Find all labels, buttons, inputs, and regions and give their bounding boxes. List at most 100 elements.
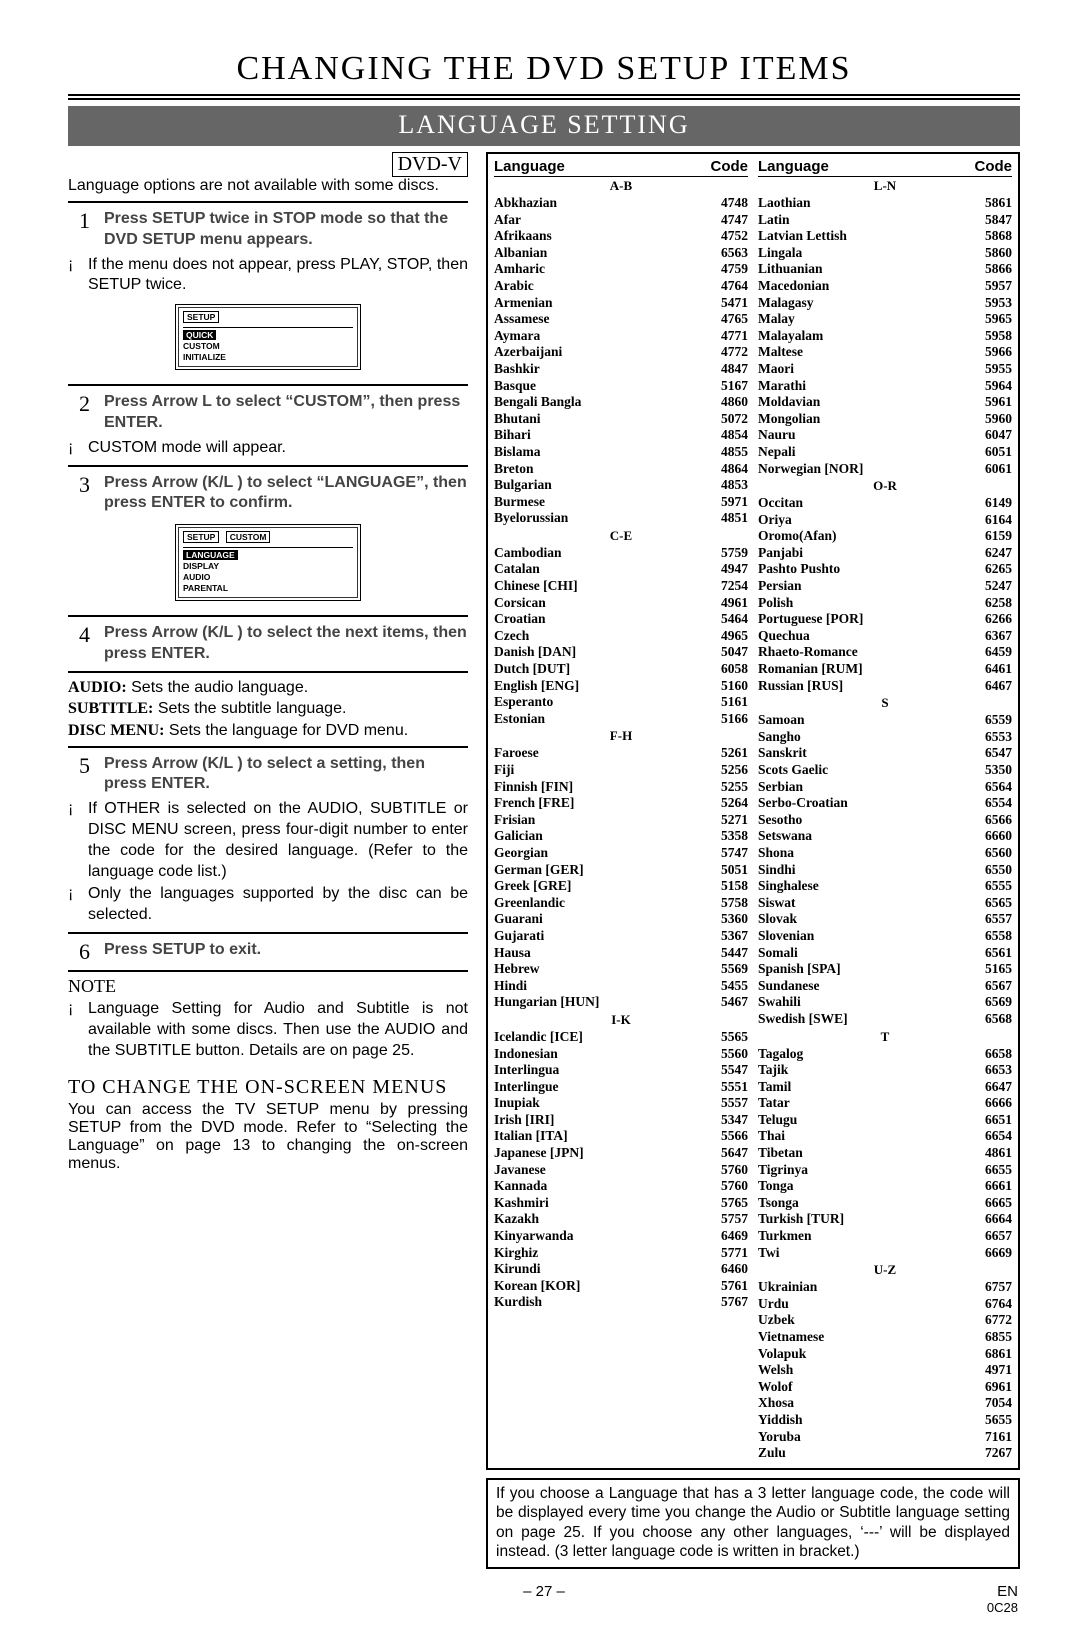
lang-row: Serbo-Croatian6554 (758, 795, 1012, 812)
step-number: 5 (68, 754, 90, 796)
lang-row: Yiddish5655 (758, 1412, 1012, 1429)
lang-row: Portuguese [POR]6266 (758, 611, 1012, 628)
lang-row: Sesotho6566 (758, 812, 1012, 829)
page-footer: – 27 – EN 0C28 (68, 1583, 1020, 1615)
section-heading: LANGUAGE SETTING (68, 106, 1020, 146)
screen2-item: DISPLAY (183, 560, 353, 571)
screen1-title: SETUP (183, 311, 219, 323)
lang-row: Bengali Bangla4860 (494, 394, 748, 411)
lang-row: Breton4864 (494, 461, 748, 478)
lang-row: Irish [IRI]5347 (494, 1112, 748, 1129)
language-code-note: If you choose a Language that has a 3 le… (486, 1478, 1020, 1570)
lang-row: Nepali6051 (758, 444, 1012, 461)
page-doc-code: 0C28 (958, 1600, 1018, 1615)
lang-row: Lingala5860 (758, 245, 1012, 262)
lang-row: Somali6561 (758, 945, 1012, 962)
lang-row: Macedonian5957 (758, 278, 1012, 295)
lang-row: Albanian6563 (494, 245, 748, 262)
lang-row: Faroese5261 (494, 745, 748, 762)
lang-row: Guarani5360 (494, 911, 748, 928)
lang-row: Latin5847 (758, 212, 1012, 229)
sub-text: You can access the TV SETUP menu by pres… (68, 1101, 468, 1173)
lang-row: Scots Gaelic5350 (758, 762, 1012, 779)
lang-row: Croatian5464 (494, 611, 748, 628)
lang-row: Swahili6569 (758, 994, 1012, 1011)
lang-row: Hungarian [HUN]5467 (494, 994, 748, 1011)
lang-row: Georgian5747 (494, 845, 748, 862)
step-6-text: Press SETUP to exit. (104, 940, 261, 964)
lang-row: Afar4747 (494, 212, 748, 229)
lang-row: Xhosa7054 (758, 1395, 1012, 1412)
lang-row: Arabic4764 (494, 278, 748, 295)
lang-row: Setswana6660 (758, 828, 1012, 845)
step-1-note: If the menu does not appear, press PLAY,… (68, 255, 468, 297)
lang-group-label: F-H (494, 728, 748, 744)
lang-row: Sindhi6550 (758, 862, 1012, 879)
lang-row: Interlingue5551 (494, 1079, 748, 1096)
lang-group-label: U-Z (758, 1262, 1012, 1278)
lang-row: Greenlandic5758 (494, 895, 748, 912)
lang-row: Kinyarwanda6469 (494, 1228, 748, 1245)
screen2-title: SETUP (183, 531, 219, 543)
lang-row: Zulu7267 (758, 1445, 1012, 1462)
lang-row: Dutch [DUT]6058 (494, 661, 748, 678)
lang-row: Czech4965 (494, 628, 748, 645)
lang-row: Serbian6564 (758, 779, 1012, 796)
lang-row: Italian [ITA]5566 (494, 1128, 748, 1145)
lang-row: Kurdish5767 (494, 1294, 748, 1311)
lang-row: Cambodian5759 (494, 545, 748, 562)
lang-row: Volapuk6861 (758, 1346, 1012, 1363)
lang-row: Kannada5760 (494, 1178, 748, 1195)
lang-row: Icelandic [ICE]5565 (494, 1029, 748, 1046)
lang-group-label: O-R (758, 478, 1012, 494)
lang-row: Galician5358 (494, 828, 748, 845)
lang-row: Slovenian6558 (758, 928, 1012, 945)
lang-row: Tonga6661 (758, 1178, 1012, 1195)
page-title: CHANGING THE DVD SETUP ITEMS (68, 50, 1020, 100)
lang-row: Chinese [CHI]7254 (494, 578, 748, 595)
lang-row: Abkhazian4748 (494, 195, 748, 212)
step-5-note1: If OTHER is selected on the AUDIO, SUBTI… (68, 799, 468, 882)
lang-row: Malagasy5953 (758, 295, 1012, 312)
lang-row: Maori5955 (758, 361, 1012, 378)
lang-row: Moldavian5961 (758, 394, 1012, 411)
subheading: TO CHANGE THE ON-SCREEN MENUS (68, 1076, 468, 1099)
page-lang-code: EN (958, 1583, 1018, 1600)
lang-row: Occitan6149 (758, 495, 1012, 512)
lang-row: Frisian5271 (494, 812, 748, 829)
lang-row: Korean [KOR]5761 (494, 1278, 748, 1295)
lang-row: Javanese5760 (494, 1162, 748, 1179)
step-number: 4 (68, 623, 90, 665)
step-number: 2 (68, 392, 90, 434)
lang-row: Indonesian5560 (494, 1046, 748, 1063)
lang-row: Hebrew5569 (494, 961, 748, 978)
lang-row: Siswat6565 (758, 895, 1012, 912)
lang-row: Inupiak5557 (494, 1095, 748, 1112)
lang-row: Danish [DAN]5047 (494, 644, 748, 661)
lang-row: Assamese4765 (494, 311, 748, 328)
lang-row: Maltese5966 (758, 344, 1012, 361)
lang-row: Ukrainian6757 (758, 1279, 1012, 1296)
lang-group-label: T (758, 1029, 1012, 1045)
lang-row: Pashto Pushto6265 (758, 561, 1012, 578)
lang-row: Kirundi6460 (494, 1261, 748, 1278)
lang-row: Fiji5256 (494, 762, 748, 779)
lang-row: Oriya6164 (758, 512, 1012, 529)
lang-row: Samoan6559 (758, 712, 1012, 729)
lang-row: Uzbek6772 (758, 1312, 1012, 1329)
lang-row: Singhalese6555 (758, 878, 1012, 895)
lang-row: Tajik6653 (758, 1062, 1012, 1079)
lang-row: Bislama4855 (494, 444, 748, 461)
lang-row: Tigrinya6655 (758, 1162, 1012, 1179)
lang-row: Sangho6553 (758, 729, 1012, 746)
lang-row: Slovak6557 (758, 911, 1012, 928)
lang-row: Panjabi6247 (758, 545, 1012, 562)
page-number: – 27 – (130, 1583, 958, 1615)
lang-row: Turkmen6657 (758, 1228, 1012, 1245)
lang-row: Amharic4759 (494, 261, 748, 278)
dvd-video-badge: DVD-V (392, 152, 468, 177)
lang-row: Greek [GRE]5158 (494, 878, 748, 895)
lang-row: Laothian5861 (758, 195, 1012, 212)
language-code-table: LanguageCodeA-BAbkhazian4748Afar4747Afri… (486, 152, 1020, 1470)
lang-row: Mongolian5960 (758, 411, 1012, 428)
